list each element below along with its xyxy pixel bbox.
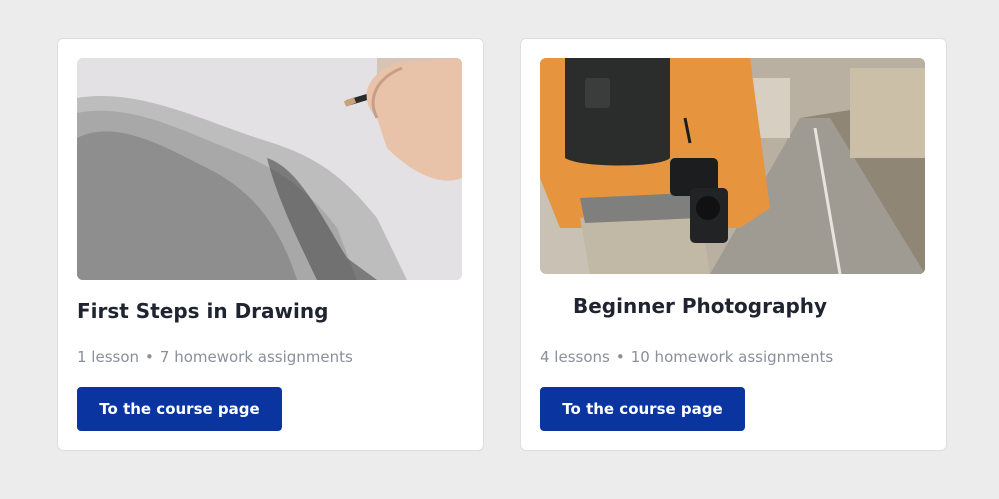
course-card-photography: Beginner Photography 4 lessons • 10 homewo… [520, 38, 947, 451]
separator-dot: • [615, 348, 625, 366]
separator-dot: • [145, 348, 154, 366]
course-title: Beginner Photography [573, 294, 828, 318]
course-grid: First Steps in Drawing 1 lesson • 7 homewo… [0, 0, 999, 499]
course-page-button[interactable]: To the course page [77, 387, 282, 431]
lesson-count: 1 lesson [77, 348, 140, 366]
course-image-photography [540, 58, 925, 274]
course-title: First Steps in Drawing [77, 299, 329, 323]
course-meta: 4 lessons • 10 homework assignments [540, 348, 833, 366]
course-card-drawing: First Steps in Drawing 1 lesson • 7 homewo… [57, 38, 484, 451]
homework-count: 7 homework assignments [159, 348, 353, 366]
course-image-drawing [77, 58, 462, 280]
course-meta: 1 lesson • 7 homework assignments [77, 348, 353, 366]
homework-count: 10 homework assignments [630, 348, 834, 366]
course-page-button[interactable]: To the course page [540, 387, 745, 431]
lesson-count: 4 lessons [540, 348, 610, 366]
